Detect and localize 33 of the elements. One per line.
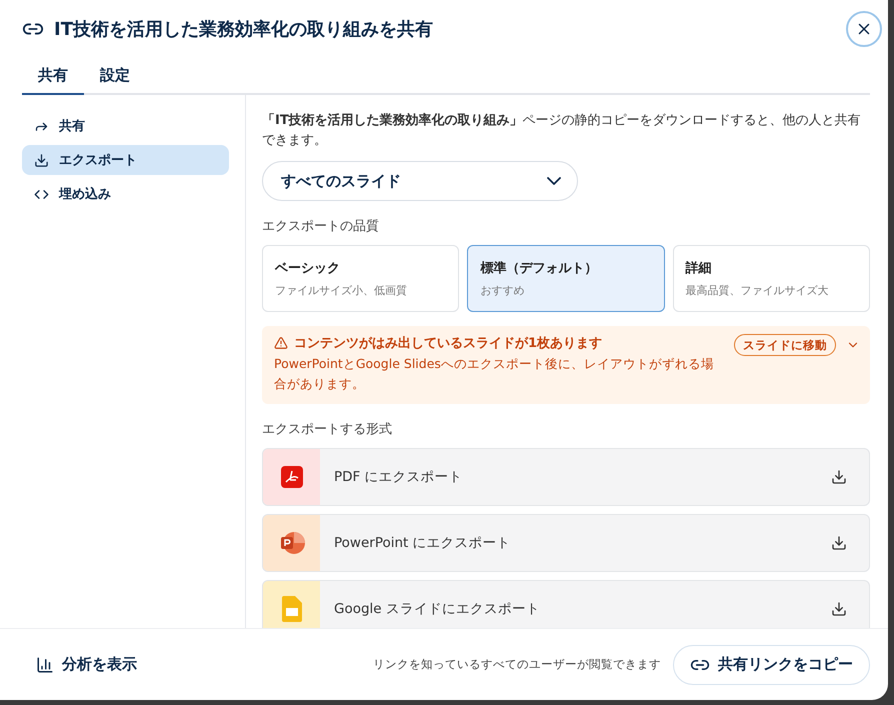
section-label: エクスポートする形式 bbox=[262, 421, 393, 438]
chevron-icon bbox=[547, 177, 561, 185]
pdf-icon bbox=[280, 466, 302, 488]
close-button[interactable] bbox=[846, 11, 882, 47]
copy-link-button[interactable]: 共有リンクをコピー bbox=[673, 644, 870, 684]
tab[interactable]: 設定 bbox=[84, 60, 146, 95]
description: 「IT技術を活用した業務効率化の取り組み」ページの静的コピーをダウンロードすると、他の人と共有できます。 bbox=[262, 112, 862, 150]
presentation-app-icon bbox=[278, 530, 304, 556]
quality-option[interactable]: 詳細 最高品質、ファイルサイズ大 bbox=[672, 245, 870, 312]
warning-icon bbox=[274, 336, 288, 350]
footer-note: リンクを知っているすべてのユーザーが閲覧できます bbox=[373, 657, 661, 672]
warning-title: コンテンツがはみ出しているスライドが1枚あります bbox=[294, 335, 602, 352]
section-label: エクスポートの品質 bbox=[262, 218, 380, 235]
quality-option[interactable]: ベーシック ファイルサイズ小、低画質 bbox=[262, 245, 460, 312]
download-icon bbox=[831, 601, 847, 617]
sidebar-item[interactable]: 共有 bbox=[22, 111, 229, 141]
slides-dropdown[interactable]: すべてのスライド bbox=[262, 161, 578, 201]
warning-message: PowerPointとGoogle Slidesへのエクスポート後に、レイアウトがずれる場合があります。 bbox=[274, 355, 715, 393]
download-icon bbox=[831, 535, 847, 551]
download-icon bbox=[831, 469, 847, 485]
quality-option[interactable]: 標準（デフォルト） おすすめ bbox=[467, 245, 665, 312]
sidebar-item[interactable]: エクスポート bbox=[22, 145, 229, 175]
dialog-title: IT技術を活用した業務効率化の取り組みを共有 bbox=[54, 18, 434, 41]
slides-app-icon bbox=[282, 596, 302, 622]
download-icon bbox=[34, 152, 49, 168]
tab[interactable]: 共有 bbox=[22, 60, 84, 95]
analytics-button[interactable]: 分析を表示 bbox=[36, 655, 137, 674]
go-to-slide-button[interactable]: スライドに移動 bbox=[734, 334, 836, 356]
chart-icon bbox=[36, 656, 54, 674]
sidebar-item[interactable]: 埋め込み bbox=[22, 179, 229, 209]
export-option[interactable]: PowerPoint にエクスポート bbox=[262, 514, 870, 572]
export-option[interactable]: PDF にエクスポート bbox=[262, 448, 870, 506]
export-option[interactable]: Google スライドにエクスポート bbox=[262, 580, 870, 628]
